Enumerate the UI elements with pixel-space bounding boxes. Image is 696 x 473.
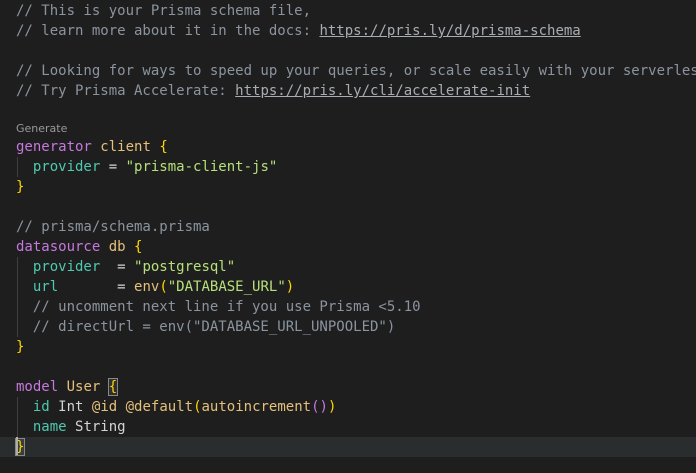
keyword: datasource [16, 239, 101, 255]
code-line[interactable]: // Try Prisma Accelerate: https://pris.l… [0, 81, 696, 101]
generate-codelens[interactable]: Generate [16, 121, 67, 137]
code-line[interactable]: // learn more about it in the docs: http… [0, 21, 696, 41]
keyword: model [16, 379, 59, 395]
close-brace: } [16, 179, 25, 195]
matched-open-brace: { [107, 378, 119, 396]
comment: // Try Prisma Accelerate: [16, 83, 236, 99]
indent-guide [17, 157, 18, 177]
code-line[interactable]: // directUrl = env("DATABASE_URL_UNPOOLE… [0, 317, 696, 337]
code-line[interactable]: generator client { [0, 137, 696, 157]
comment: // This is your Prisma schema file, [16, 3, 312, 19]
code-line[interactable]: model User { [0, 377, 696, 397]
attribute: @default [125, 399, 194, 415]
code-line[interactable] [0, 101, 696, 121]
code-line[interactable] [0, 41, 696, 61]
comment: // learn more about it in the docs: [16, 23, 320, 39]
text-cursor [16, 437, 18, 455]
comment: // uncomment next line if you use Prisma… [32, 299, 421, 315]
block-name: User [66, 379, 101, 395]
property: provider [32, 159, 101, 175]
code-editor[interactable]: // This is your Prisma schema file, // l… [0, 0, 696, 473]
field-name: name [32, 419, 67, 435]
close-brace: } [16, 339, 25, 355]
attribute: @id [91, 399, 118, 415]
code-line[interactable]: // uncomment next line if you use Prisma… [0, 297, 696, 317]
code-line[interactable]: // prisma/schema.prisma [0, 217, 696, 237]
code-line[interactable] [0, 197, 696, 217]
block-name: client [100, 139, 151, 155]
code-line[interactable]: } [0, 337, 696, 357]
code-line[interactable]: name String [0, 417, 696, 437]
open-brace: { [134, 239, 143, 255]
property: provider [32, 259, 101, 275]
field-type: String [75, 419, 126, 435]
code-line[interactable]: // This is your Prisma schema file, [0, 1, 696, 21]
accelerate-link[interactable]: https://pris.ly/cli/accelerate-init [235, 83, 530, 99]
string-value: "DATABASE_URL" [167, 279, 286, 295]
code-line[interactable]: id Int @id @default(autoincrement()) [0, 397, 696, 417]
comment: // directUrl = env("DATABASE_URL_UNPOOLE… [32, 319, 396, 335]
code-line[interactable]: url = env("DATABASE_URL") [0, 277, 696, 297]
code-line[interactable]: provider = "postgresql" [0, 257, 696, 277]
code-line[interactable]: datasource db { [0, 237, 696, 257]
code-line[interactable] [0, 357, 696, 377]
field-type: Int [58, 399, 84, 415]
property: url [32, 279, 59, 295]
code-line[interactable]: provider = "prisma-client-js" [0, 157, 696, 177]
comment: // prisma/schema.prisma [16, 219, 210, 235]
block-name: db [108, 239, 126, 255]
field-name: id [32, 399, 50, 415]
string-value: "prisma-client-js" [125, 159, 278, 175]
string-value: "postgresql" [134, 259, 236, 275]
docs-link[interactable]: https://pris.ly/d/prisma-schema [319, 23, 580, 39]
keyword: generator [16, 139, 92, 155]
open-brace: { [159, 139, 168, 155]
function-name: env [134, 279, 160, 295]
current-code-line[interactable]: } [0, 437, 696, 457]
indent-guide [17, 397, 18, 437]
code-line[interactable]: } [0, 177, 696, 197]
indent-guide [17, 257, 18, 337]
code-line[interactable]: // Looking for ways to speed up your que… [0, 61, 696, 81]
function-name: autoincrement [201, 399, 312, 415]
comment: // Looking for ways to speed up your que… [16, 63, 696, 79]
